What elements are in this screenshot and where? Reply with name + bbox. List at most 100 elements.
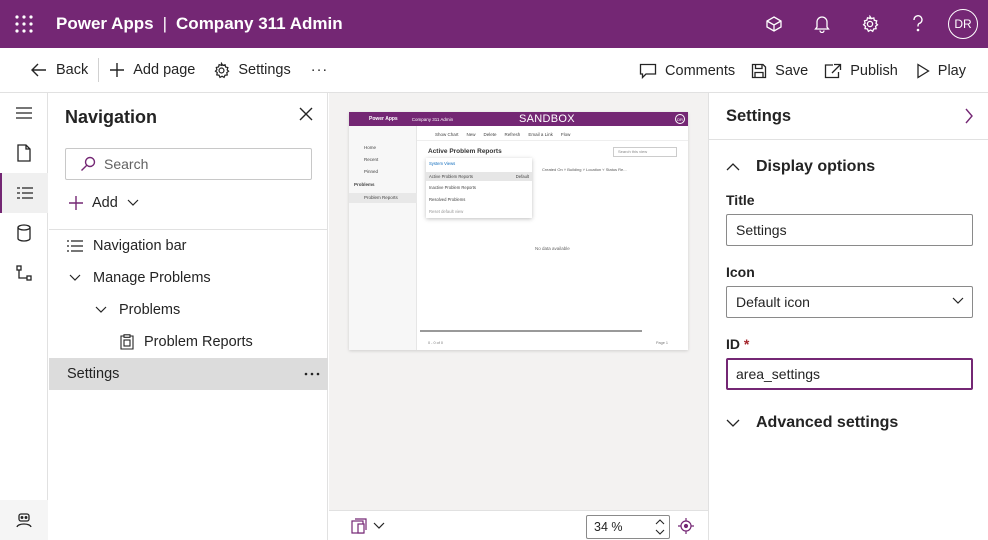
title-separator: |: [162, 14, 168, 33]
command-bar: Back Add page Settings ··· Comments Save…: [0, 48, 988, 93]
app-canvas: Power Apps Company 311 Admin SANDBOX DR …: [329, 93, 708, 510]
close-icon[interactable]: [299, 107, 313, 121]
zoom-stepper[interactable]: [654, 517, 666, 537]
automate-icon[interactable]: [0, 253, 48, 293]
preview-sandbox: SANDBOX: [519, 113, 575, 125]
back-button[interactable]: Back: [30, 48, 88, 93]
divider: [709, 139, 988, 140]
preview-cmd: Flow: [560, 132, 571, 137]
chevron-right-icon[interactable]: [964, 108, 974, 124]
play-button[interactable]: Play: [916, 48, 966, 93]
pages-icon[interactable]: [0, 133, 48, 173]
icon-dropdown[interactable]: Default icon: [726, 286, 973, 318]
settings-button[interactable]: Settings: [213, 48, 291, 93]
save-button[interactable]: Save: [751, 48, 808, 93]
chevron-down-icon: [952, 297, 964, 304]
more-options-icon[interactable]: [304, 366, 320, 382]
data-icon[interactable]: [0, 213, 48, 253]
bell-icon[interactable]: [798, 0, 846, 48]
tree-item-settings[interactable]: Settings: [49, 358, 328, 390]
hamburger-icon[interactable]: [0, 93, 48, 133]
add-nav-item-button[interactable]: Add: [68, 195, 147, 211]
chevron-up-icon: [726, 163, 740, 171]
app-name: Company 311 Admin: [176, 14, 343, 33]
navigation-search-input[interactable]: Search: [65, 148, 312, 180]
play-label: Play: [937, 62, 966, 79]
device-icon: [351, 518, 367, 534]
chevron-down-icon[interactable]: [95, 306, 107, 314]
preview-side-item: Pinned: [364, 169, 379, 174]
more-commands-button[interactable]: ···: [311, 48, 329, 93]
comments-button[interactable]: Comments: [639, 48, 735, 93]
publish-button[interactable]: Publish: [824, 48, 898, 93]
search-icon: [81, 156, 96, 171]
chevron-down-icon[interactable]: [69, 274, 81, 282]
left-rail: [0, 93, 48, 540]
preview-commandbar: Show Chart New Delete Refresh Email a Li…: [417, 129, 688, 141]
settings-label: Settings: [238, 62, 291, 78]
icon-dropdown-value: Default icon: [736, 294, 810, 310]
icon-field-label: Icon: [726, 264, 755, 280]
preview-dd-item-selected: Active Problem Reports Default: [426, 172, 532, 181]
help-icon[interactable]: [894, 0, 942, 48]
settings-pane: Settings Display options Title Settings …: [708, 93, 988, 540]
advanced-settings-toggle[interactable]: Advanced settings: [726, 414, 898, 432]
copilot-icon[interactable]: [0, 500, 48, 540]
tree-item-label: Navigation bar: [93, 238, 187, 254]
plus-icon: [69, 196, 83, 210]
navigation-tree-icon[interactable]: [0, 173, 48, 213]
title-field-label: Title: [726, 192, 755, 208]
preview-view-dropdown: System Views Active Problem Reports Defau…: [426, 158, 532, 218]
advanced-settings-label: Advanced settings: [756, 414, 899, 431]
id-field[interactable]: area_settings: [726, 358, 973, 390]
chevron-down-icon: [127, 199, 139, 206]
preview-cmd: Email a Link: [528, 132, 553, 137]
id-field-value: area_settings: [736, 366, 821, 382]
tree-item-problems[interactable]: Problems: [49, 294, 328, 326]
settings-title: Settings: [726, 107, 792, 125]
app-preview[interactable]: Power Apps Company 311 Admin SANDBOX DR …: [349, 112, 688, 350]
tree-item-manage-problems[interactable]: Manage Problems: [49, 262, 328, 294]
preview-cmd: New: [466, 132, 476, 137]
navigation-pane: Navigation Search Add Navigation bar Man…: [49, 93, 328, 540]
publish-label: Publish: [850, 62, 898, 79]
preview-no-data: No data available: [535, 246, 570, 251]
display-options-label: Display options: [756, 158, 876, 175]
waffle-icon[interactable]: [0, 0, 48, 48]
title-field[interactable]: Settings: [726, 214, 973, 246]
add-page-label: Add page: [133, 62, 196, 78]
save-label: Save: [775, 62, 809, 79]
tree-item-problem-reports[interactable]: Problem Reports: [49, 326, 328, 358]
preview-cmd: Refresh: [504, 132, 521, 137]
gear-icon[interactable]: [846, 0, 894, 48]
zoom-input[interactable]: 34 %: [586, 515, 670, 539]
preview-header: Power Apps Company 311 Admin SANDBOX DR: [349, 112, 688, 126]
chevron-down-icon: [373, 522, 385, 529]
add-page-button[interactable]: Add page: [109, 48, 195, 93]
preview-dd-item: Resolved Problems: [429, 197, 466, 202]
environment-icon[interactable]: [750, 0, 798, 48]
list-icon: [67, 240, 83, 252]
preview-search: Search this view: [613, 147, 677, 157]
preview-columns: Created On ˅ Building ˅ Location ˅ Statu…: [542, 167, 627, 172]
preview-product: Power Apps: [369, 116, 398, 122]
preview-side-group: Problems: [354, 182, 375, 187]
search-placeholder: Search: [104, 156, 149, 172]
tree-item-label: Problems: [119, 302, 181, 318]
device-preview-button[interactable]: [351, 518, 385, 534]
app-header: Power Apps | Company 311 Admin DR: [0, 0, 988, 48]
navigation-title: Navigation: [65, 107, 158, 127]
product-name: Power Apps: [56, 14, 154, 33]
preview-dd-item: Inactive Problem Reports: [429, 185, 477, 190]
preview-page: Page 1: [656, 341, 669, 345]
preview-sitemap: Home Recent Pinned Problems Problem Repo…: [349, 126, 417, 350]
tree-item-navigation-bar[interactable]: Navigation bar: [49, 230, 328, 262]
divider: [98, 58, 100, 82]
id-field-label: ID *: [726, 336, 750, 352]
preview-side-item-selected: Problem Reports: [349, 193, 417, 203]
display-options-toggle[interactable]: Display options: [726, 158, 875, 176]
back-label: Back: [56, 62, 89, 78]
fit-to-screen-icon[interactable]: [678, 518, 694, 534]
entity-icon: [120, 334, 134, 350]
avatar[interactable]: DR: [948, 9, 978, 39]
